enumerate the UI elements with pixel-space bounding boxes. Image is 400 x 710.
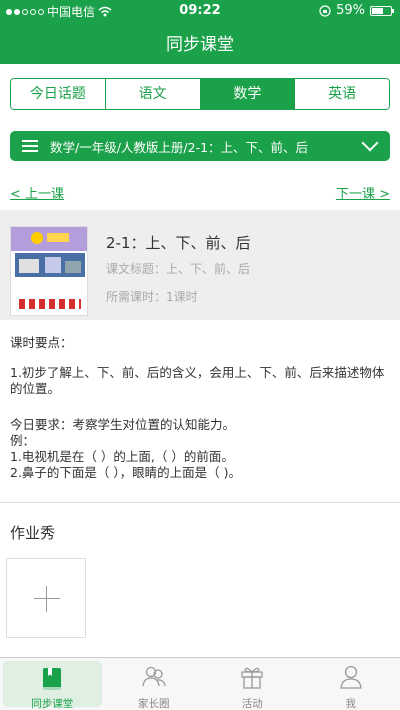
parents-icon <box>142 666 166 687</box>
tabbar-item-sync-class[interactable]: 同步课堂 <box>3 661 102 710</box>
tabbar-item-me[interactable]: 我 <box>302 658 400 710</box>
key-points-requirement: 今日要求：考察学生对位置的认知能力。 <box>10 417 236 432</box>
tab-today-topic[interactable]: 今日话题 <box>11 79 106 109</box>
tabbar-item-parents[interactable]: 家长圈 <box>105 658 204 710</box>
key-points-heading: 课时要点： <box>10 335 73 350</box>
lesson-key-points: 课时要点： 1.初步了解上、下、前、后的含义，会用上、下、前、后来描述物体的位置… <box>10 335 390 481</box>
key-points-example-1: 1.电视机是在（ ）的上面,（ ）的前面。 <box>10 449 234 464</box>
lesson-cover-image <box>10 226 88 316</box>
bottom-tab-bar: 同步课堂 家长圈 活动 我 <box>0 657 400 710</box>
battery-percent: 59% <box>336 3 365 18</box>
book-icon <box>43 668 62 690</box>
subject-tabs: 今日话题 语文 数学 英语 <box>10 78 390 110</box>
add-homework-button[interactable] <box>6 558 86 638</box>
lesson-hours: 所需课时：1课时 <box>106 290 198 304</box>
tabbar-label: 同步课堂 <box>31 698 74 710</box>
orientation-lock-icon <box>319 4 331 17</box>
tabbar-item-activity[interactable]: 活动 <box>203 658 302 710</box>
battery-fill <box>372 7 383 14</box>
lesson-card[interactable]: 2-1：上、下、前、后 课文标题：上、下、前、后 所需课时：1课时 <box>0 210 400 320</box>
tabbar-label: 家长圈 <box>138 698 170 710</box>
breadcrumb: 数学/一年级/人教版上册/2-1：上、下、前、后 <box>50 139 309 155</box>
battery-icon <box>370 5 394 16</box>
menu-icon[interactable] <box>22 140 38 152</box>
tab-math[interactable]: 数学 <box>200 79 296 109</box>
key-points-example-2: 2.鼻子的下面是（ ），眼睛的上面是（ )。 <box>10 465 242 480</box>
person-icon <box>340 665 362 689</box>
lesson-title: 2-1：上、下、前、后 <box>106 234 251 252</box>
tab-english[interactable]: 英语 <box>295 79 389 109</box>
app-header: 中国电信 09:22 59% 同步课堂 <box>0 0 400 64</box>
tabbar-label: 活动 <box>241 698 263 710</box>
section-divider <box>0 502 400 503</box>
page-title: 同步课堂 <box>166 35 234 55</box>
prev-lesson-link[interactable]: < 上一课 <box>10 183 64 202</box>
status-bar: 中国电信 09:22 59% <box>0 0 400 22</box>
next-lesson-link[interactable]: 下一课 > <box>336 183 390 202</box>
lesson-subtitle: 课文标题：上、下、前、后 <box>106 262 251 276</box>
gift-icon <box>241 667 263 689</box>
tabbar-label: 我 <box>345 698 357 710</box>
key-points-example-label: 例： <box>10 433 36 448</box>
course-breadcrumb-dropdown[interactable]: 数学/一年级/人教版上册/2-1：上、下、前、后 <box>10 131 390 161</box>
homework-section-title: 作业秀 <box>10 524 56 542</box>
key-points-goal: 1.初步了解上、下、前、后的含义，会用上、下、前、后来描述物体的位置。 <box>10 365 385 396</box>
tab-chinese[interactable]: 语文 <box>105 79 201 109</box>
plus-icon <box>34 598 60 599</box>
chevron-down-icon[interactable] <box>361 134 379 152</box>
